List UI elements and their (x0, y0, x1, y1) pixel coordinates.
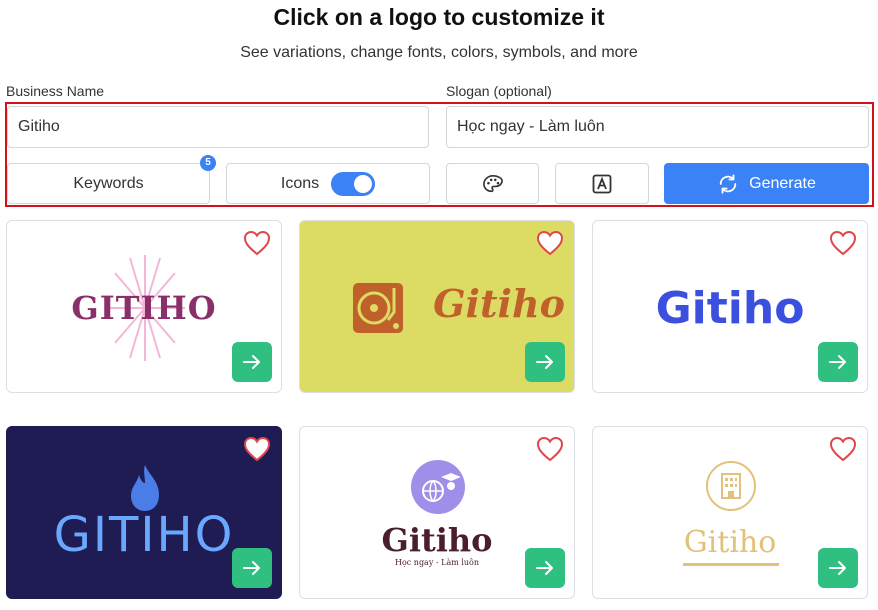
page-subtitle: See variations, change fonts, colors, sy… (240, 44, 638, 61)
heart-icon[interactable] (243, 230, 271, 256)
logo-card-1[interactable]: GITIHO (6, 220, 282, 393)
refresh-icon (719, 173, 737, 194)
arrow-right-icon (829, 561, 846, 575)
color-palette-button[interactable] (446, 163, 539, 204)
keywords-button[interactable]: Keywords (7, 163, 210, 204)
open-logo-button[interactable] (525, 548, 565, 588)
heart-icon[interactable] (243, 436, 271, 462)
logo-text: GITIHO (71, 289, 217, 327)
generate-button[interactable]: Generate (664, 163, 869, 204)
arrow-right-icon (536, 355, 553, 369)
open-logo-button[interactable] (818, 342, 858, 382)
business-name-input[interactable]: Gitiho (7, 106, 429, 148)
open-logo-button[interactable] (232, 548, 272, 588)
logo-card-5[interactable]: Gitiho Học ngay - Làm luôn (299, 426, 575, 599)
open-logo-button[interactable] (232, 342, 272, 382)
heart-icon[interactable] (536, 230, 564, 256)
icons-toggle[interactable] (331, 171, 376, 196)
logo-text: Gitiho (433, 281, 565, 326)
slogan-label: Slogan (optional) (446, 83, 552, 99)
generate-label: Generate (749, 174, 816, 192)
open-logo-button[interactable] (525, 342, 565, 382)
building-icon (706, 461, 756, 511)
heart-icon[interactable] (829, 436, 857, 462)
flame-icon (131, 465, 159, 511)
slogan-input[interactable]: Học ngay - Làm luôn (446, 106, 869, 148)
page-title: Click on a logo to customize it (273, 4, 605, 30)
arrow-right-icon (243, 561, 260, 575)
font-button[interactable] (555, 163, 649, 204)
font-icon (592, 174, 612, 193)
graduate-globe-icon (411, 460, 465, 514)
logo-card-4[interactable]: GITIHO (6, 426, 282, 599)
logo-card-2[interactable]: Gitiho (299, 220, 575, 393)
open-logo-button[interactable] (818, 548, 858, 588)
arrow-right-icon (829, 355, 846, 369)
arrow-right-icon (243, 355, 260, 369)
logo-card-3[interactable]: Gitiho (592, 220, 868, 393)
icons-toggle-control[interactable]: Icons (226, 163, 430, 204)
logo-text: Gitiho (655, 283, 805, 334)
icons-label: Icons (280, 174, 320, 192)
keywords-count-badge: 5 (200, 155, 216, 171)
logo-card-6[interactable]: Gitiho (592, 426, 868, 599)
logo-underline (683, 563, 779, 566)
keywords-label: Keywords (73, 174, 144, 192)
heart-icon[interactable] (536, 436, 564, 462)
business-name-label: Business Name (6, 83, 105, 99)
palette-icon (482, 174, 503, 192)
heart-icon[interactable] (829, 230, 857, 256)
arrow-right-icon (536, 561, 553, 575)
